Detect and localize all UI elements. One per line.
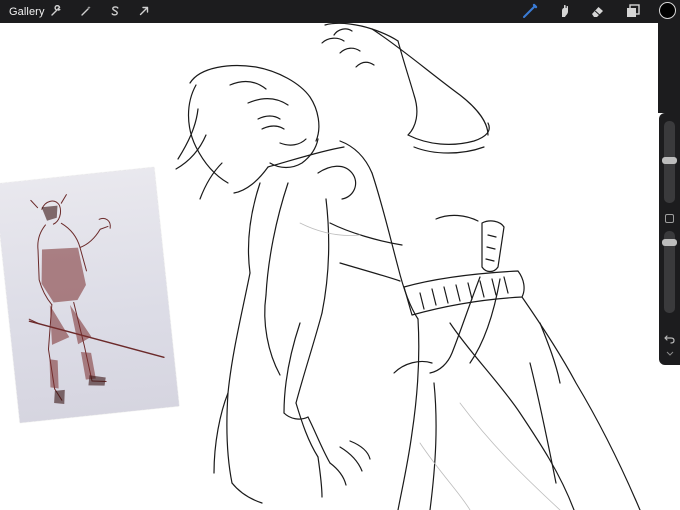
undo-icon[interactable] — [663, 333, 676, 346]
magic-wand-icon[interactable] — [78, 3, 94, 19]
modify-button[interactable] — [665, 214, 674, 223]
wrench-icon[interactable] — [48, 3, 64, 19]
brush-size-slider[interactable] — [662, 121, 677, 203]
redo-icon[interactable] — [663, 351, 676, 359]
selection-s-icon[interactable] — [107, 3, 123, 19]
smudge-icon[interactable] — [555, 2, 575, 20]
transform-arrow-icon[interactable] — [136, 3, 152, 19]
eraser-icon[interactable] — [588, 2, 608, 20]
reference-sketch — [28, 194, 165, 404]
top-toolbar: Gallery — [0, 0, 680, 23]
gallery-button[interactable]: Gallery — [9, 6, 45, 18]
opacity-thumb[interactable] — [662, 239, 677, 246]
brush-icon[interactable] — [520, 2, 540, 20]
color-picker-button[interactable] — [659, 2, 676, 19]
opacity-slider[interactable] — [662, 231, 677, 313]
layers-icon[interactable] — [623, 2, 643, 20]
brush-sidebar — [659, 113, 680, 365]
reference-image[interactable] — [0, 167, 180, 423]
canvas-border — [658, 23, 680, 113]
brush-size-thumb[interactable] — [662, 157, 677, 164]
